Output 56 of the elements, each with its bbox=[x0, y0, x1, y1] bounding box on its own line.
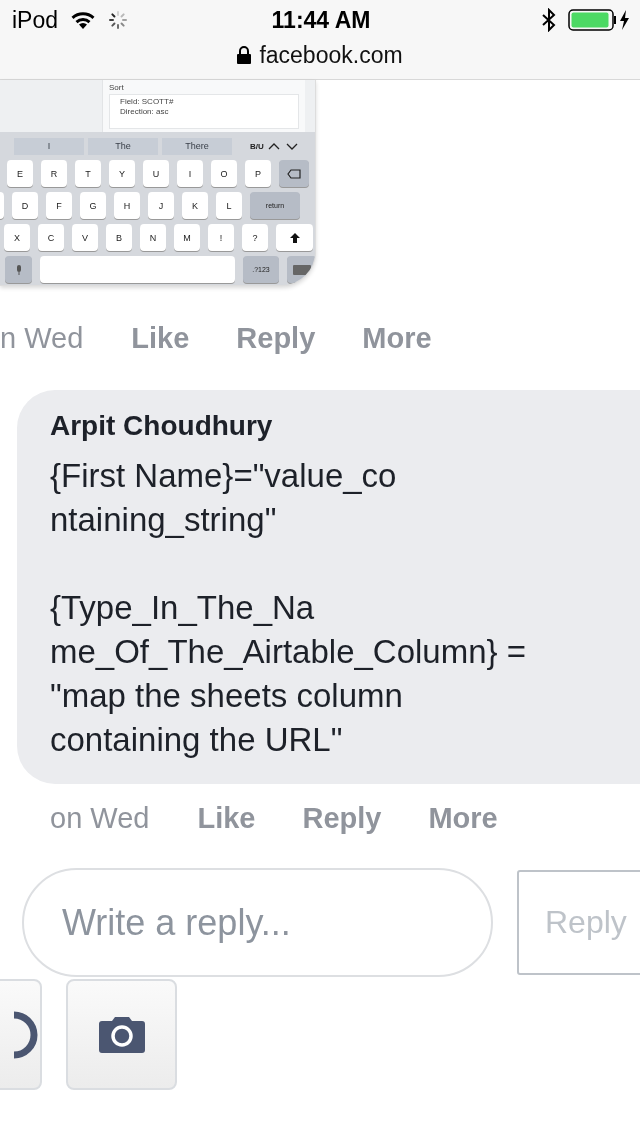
keyboard-key[interactable]: J bbox=[148, 192, 174, 219]
format-button[interactable]: B/U bbox=[250, 141, 264, 151]
comment-time: on Wed bbox=[50, 801, 150, 835]
keyboard-key[interactable]: P bbox=[245, 160, 271, 187]
keyboard-key[interactable]: K bbox=[182, 192, 208, 219]
keyboard-key[interactable]: E bbox=[7, 160, 33, 187]
delete-icon bbox=[287, 168, 301, 179]
comment-text: {First Name}="value_co ntaining_string" bbox=[50, 456, 398, 540]
keyboard-key[interactable]: ! bbox=[208, 224, 234, 251]
shift-icon bbox=[289, 232, 300, 243]
carrier-name: iPod bbox=[12, 6, 59, 34]
clock-time: 11:44 AM bbox=[271, 6, 371, 34]
battery-icon bbox=[568, 9, 630, 31]
keyboard-key[interactable]: R bbox=[41, 160, 67, 187]
sort-field: Field: SCOTT# bbox=[120, 97, 288, 106]
comment-time: n Wed bbox=[0, 321, 84, 355]
keyboard-key[interactable]: L bbox=[216, 192, 242, 219]
keyboard-key[interactable]: I bbox=[177, 160, 203, 187]
keyboard-key[interactable]: T bbox=[75, 160, 101, 187]
camera-button[interactable] bbox=[66, 979, 177, 1090]
keyboard-key[interactable]: X bbox=[4, 224, 30, 251]
lock-icon bbox=[237, 46, 252, 64]
keyboard-key[interactable]: N bbox=[140, 224, 166, 251]
suggestion[interactable]: There bbox=[162, 137, 232, 155]
comment-author: Arpit Choudhury bbox=[50, 410, 274, 442]
keyboard-key[interactable]: H bbox=[114, 192, 140, 219]
ring-icon bbox=[12, 1010, 40, 1059]
suggestion[interactable]: I bbox=[14, 137, 84, 155]
keyboard-key[interactable]: F bbox=[46, 192, 72, 219]
url-text: facebook.com bbox=[259, 41, 403, 69]
microphone-icon bbox=[15, 264, 22, 275]
keyboard-icon bbox=[293, 264, 311, 275]
keyboard-key[interactable]: O bbox=[211, 160, 237, 187]
sort-direction: Direction: asc bbox=[120, 107, 170, 116]
keyboard-key[interactable]: B bbox=[106, 224, 132, 251]
keyboard-key[interactable]: D bbox=[12, 192, 38, 219]
keyboard-key[interactable] bbox=[287, 256, 315, 283]
chevrons-icon bbox=[267, 142, 298, 150]
keyboard-key[interactable]: Y bbox=[109, 160, 135, 187]
wifi-icon bbox=[70, 10, 97, 30]
delete-key[interactable] bbox=[279, 160, 309, 187]
reply-field[interactable]: Write a reply... bbox=[22, 868, 493, 977]
comment-text: {Type_In_The_Na me_Of_The_Airtable_Column} = "map the sheets column containing the URL" bbox=[50, 588, 528, 760]
shift-key[interactable] bbox=[276, 224, 313, 251]
keyboard-key[interactable]: G bbox=[80, 192, 106, 219]
camera-icon bbox=[97, 1016, 146, 1053]
loading-spinner-icon bbox=[108, 10, 129, 30]
bluetooth-icon bbox=[542, 8, 556, 32]
panel-title: Sort bbox=[109, 83, 125, 92]
keyboard-key[interactable]: M bbox=[174, 224, 200, 251]
suggestion[interactable]: The bbox=[88, 137, 158, 155]
dictation-key[interactable] bbox=[5, 256, 32, 283]
keyboard-key[interactable]: V bbox=[72, 224, 98, 251]
keyboard-key[interactable]: ? bbox=[242, 224, 268, 251]
keyboard-key[interactable]: C bbox=[38, 224, 64, 251]
keyboard-key[interactable]: U bbox=[143, 160, 169, 187]
